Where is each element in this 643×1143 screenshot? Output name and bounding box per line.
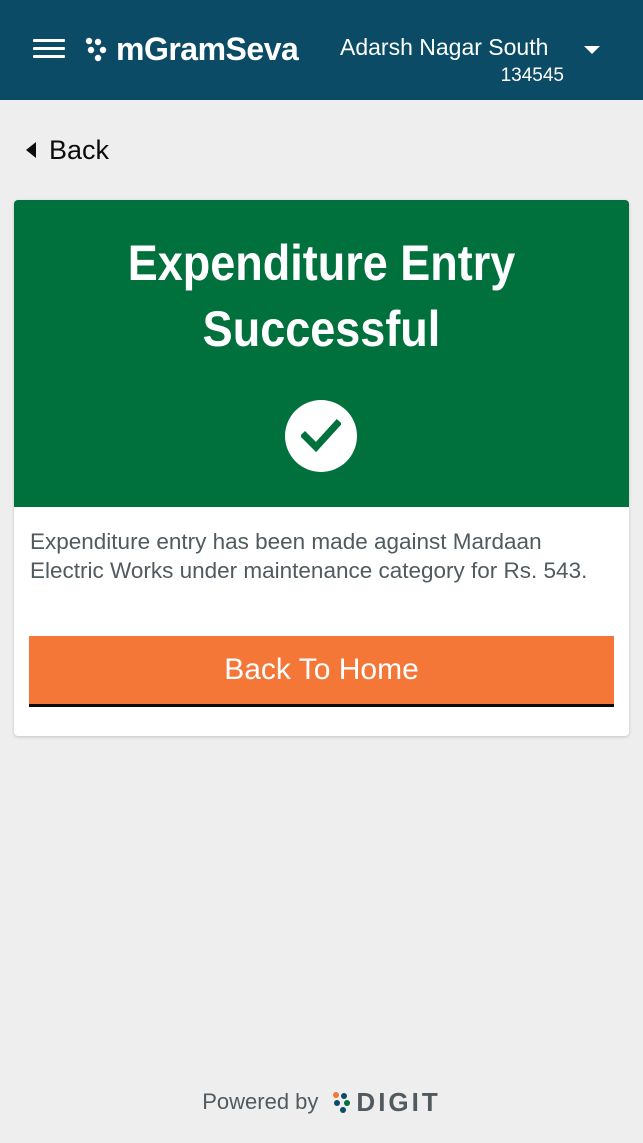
digit-label: DIGIT bbox=[356, 1086, 441, 1117]
app: mGramSeva Adarsh Nagar South 134545 Back… bbox=[0, 0, 643, 1143]
brand: mGramSeva bbox=[84, 28, 299, 70]
success-banner: Expenditure Entry Successful bbox=[14, 200, 629, 507]
success-card: Expenditure Entry Successful Expenditure… bbox=[14, 200, 629, 736]
checkmark-icon bbox=[301, 419, 341, 453]
brand-name: mGramSeva bbox=[116, 30, 299, 67]
location-name: Adarsh Nagar South bbox=[340, 34, 549, 60]
success-title: Expenditure Entry Successful bbox=[127, 235, 516, 357]
footer: Powered by DIGIT bbox=[0, 1082, 643, 1122]
checkmark-circle-icon bbox=[285, 400, 357, 472]
location-selector[interactable]: Adarsh Nagar South 134545 bbox=[340, 30, 608, 90]
hamburger-menu-icon[interactable] bbox=[30, 36, 68, 62]
back-link[interactable]: Back bbox=[26, 130, 109, 170]
brand-logo-icon bbox=[85, 37, 107, 62]
top-header: mGramSeva Adarsh Nagar South 134545 bbox=[0, 0, 643, 100]
digit-logo-icon bbox=[333, 1092, 351, 1113]
back-label: Back bbox=[49, 134, 110, 165]
back-arrow-icon bbox=[26, 142, 36, 158]
chevron-down-icon bbox=[584, 46, 600, 54]
location-code: 134545 bbox=[500, 65, 564, 86]
success-message: Expenditure entry has been made against … bbox=[30, 529, 588, 583]
powered-by-label: Powered by bbox=[202, 1089, 319, 1114]
back-to-home-button[interactable]: Back To Home bbox=[29, 636, 614, 707]
